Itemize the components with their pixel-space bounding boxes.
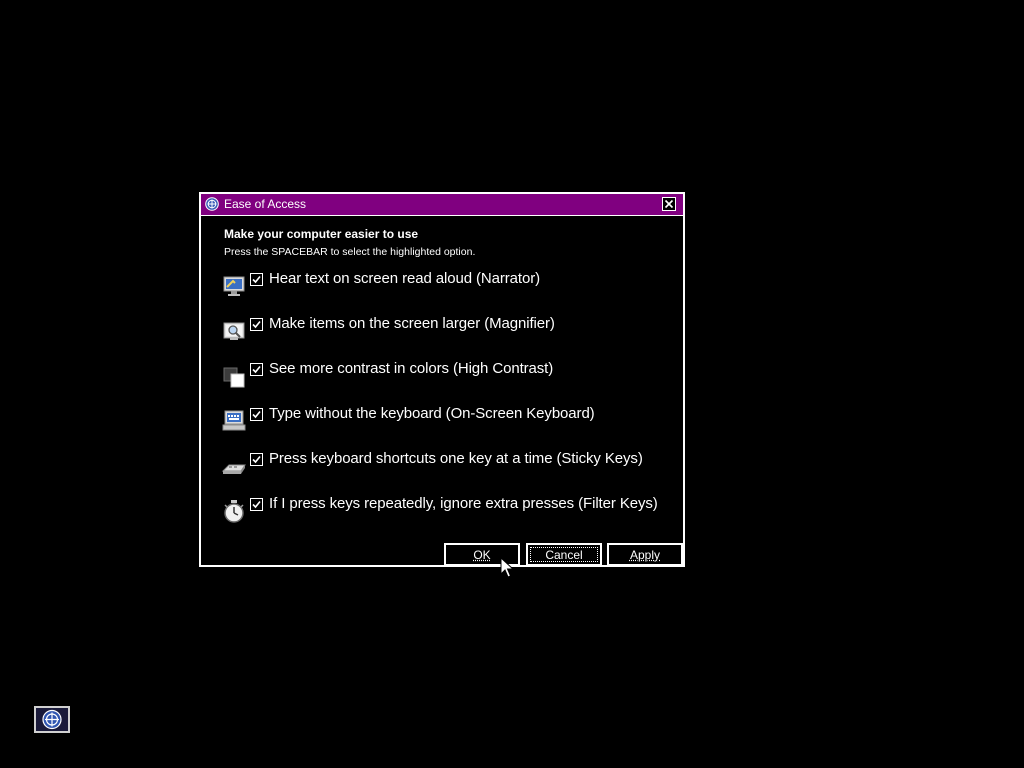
- sticky-keys-icon: [221, 464, 246, 474]
- on-screen-keyboard-icon: [222, 410, 246, 431]
- option-label-filter-keys: If I press keys repeatedly, ignore extra…: [269, 495, 658, 512]
- close-icon: [664, 199, 674, 209]
- option-label-narrator: Hear text on screen read aloud (Narrator…: [269, 270, 541, 287]
- checkbox-sticky-keys[interactable]: [250, 453, 263, 466]
- desktop: Ease of Access Make your computer easier…: [0, 0, 1024, 768]
- option-label-sticky-keys: Press keyboard shortcuts one key at a ti…: [269, 450, 643, 467]
- ease-of-access-dialog: Ease of Access Make your computer easier…: [199, 192, 685, 567]
- mouse-cursor-icon: [500, 557, 514, 578]
- option-label-on-screen-keyboard: Type without the keyboard (On-Screen Key…: [269, 405, 595, 422]
- checkbox-on-screen-keyboard[interactable]: [250, 408, 263, 421]
- ease-of-access-taskbar-button[interactable]: [34, 706, 70, 733]
- cancel-button[interactable]: Cancel: [526, 543, 602, 566]
- option-high-contrast[interactable]: See more contrast in colors (High Contra…: [221, 360, 676, 397]
- narrator-icon: [223, 276, 245, 296]
- ease-of-access-icon: [205, 197, 219, 211]
- dialog-instruction: Press the SPACEBAR to select the highlig…: [224, 246, 476, 258]
- option-on-screen-keyboard[interactable]: Type without the keyboard (On-Screen Key…: [221, 405, 676, 442]
- ease-of-access-icon: [42, 709, 62, 730]
- checkbox-narrator[interactable]: [250, 273, 263, 286]
- window-title: Ease of Access: [224, 197, 307, 211]
- option-label-magnifier: Make items on the screen larger (Magnifi…: [269, 315, 555, 332]
- option-sticky-keys[interactable]: Press keyboard shortcuts one key at a ti…: [221, 450, 676, 487]
- filter-keys-icon: [224, 500, 244, 523]
- apply-button[interactable]: Apply: [607, 543, 683, 566]
- option-label-high-contrast: See more contrast in colors (High Contra…: [269, 360, 554, 377]
- checkbox-high-contrast[interactable]: [250, 363, 263, 376]
- high-contrast-icon: [223, 367, 245, 388]
- ok-button-label: OK: [473, 547, 491, 562]
- magnifier-icon: [223, 322, 245, 340]
- close-button[interactable]: [662, 197, 676, 211]
- checkbox-filter-keys[interactable]: [250, 498, 263, 511]
- apply-button-label: Apply: [629, 547, 661, 562]
- dialog-heading: Make your computer easier to use: [224, 227, 419, 241]
- cancel-button-label: Cancel: [545, 547, 583, 562]
- option-magnifier[interactable]: Make items on the screen larger (Magnifi…: [221, 315, 676, 352]
- title-bar[interactable]: Ease of Access: [201, 194, 683, 216]
- checkbox-magnifier[interactable]: [250, 318, 263, 331]
- option-narrator[interactable]: Hear text on screen read aloud (Narrator…: [221, 270, 676, 307]
- option-filter-keys[interactable]: If I press keys repeatedly, ignore extra…: [221, 495, 676, 532]
